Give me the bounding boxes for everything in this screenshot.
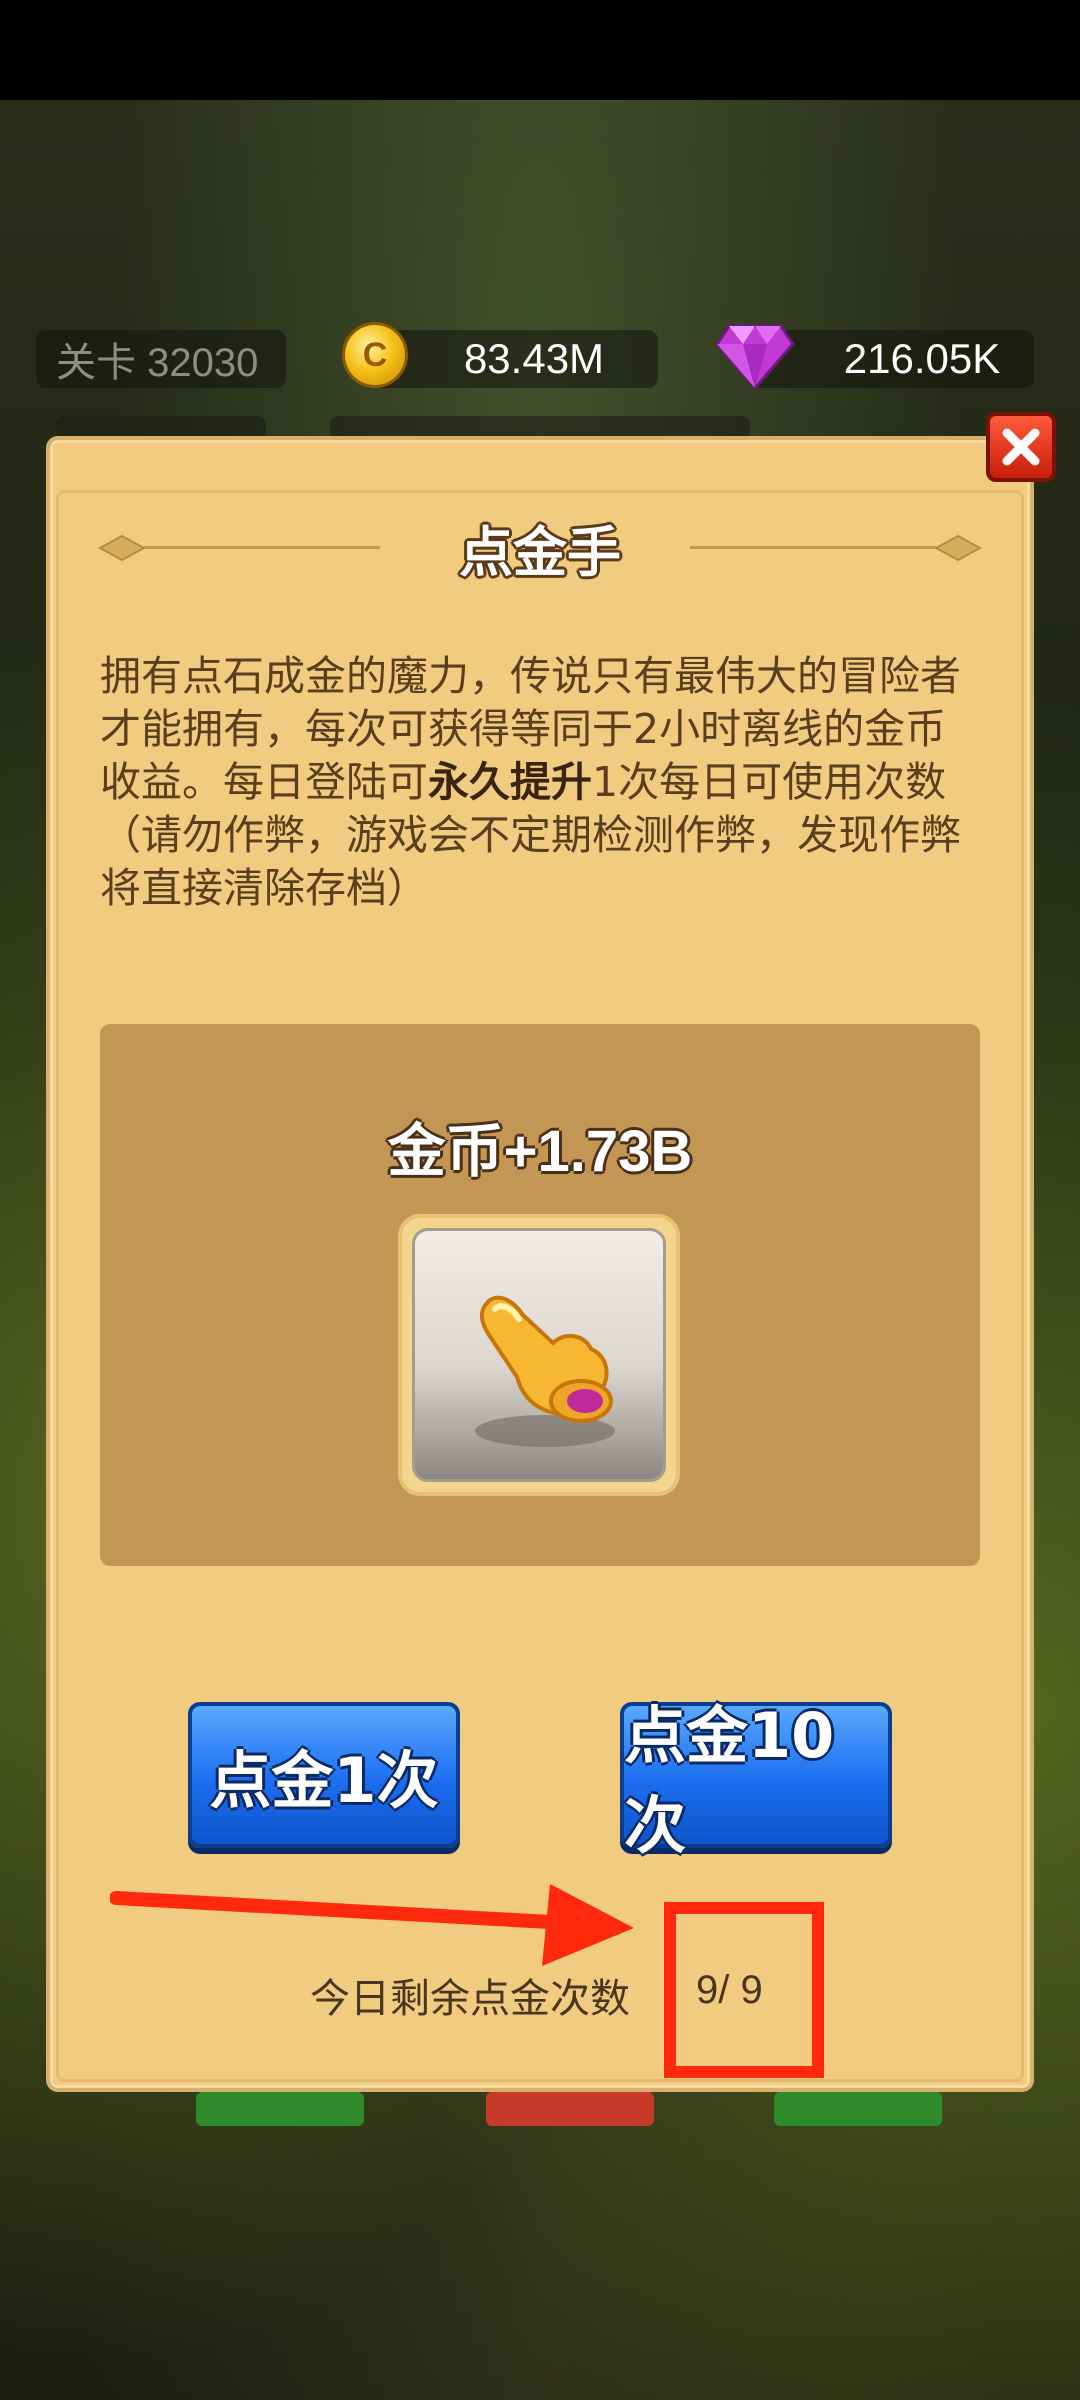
hidden-upgrade-button bbox=[486, 2092, 654, 2126]
gem-amount: 216.05K bbox=[843, 335, 1001, 382]
hidden-view-button-left bbox=[196, 2092, 364, 2126]
level-text: 关卡 32030 bbox=[56, 341, 259, 385]
ornament-left-icon bbox=[98, 534, 146, 562]
desc-bold: 永久提升 bbox=[428, 758, 592, 806]
close-icon bbox=[1002, 428, 1040, 466]
dialog-description: 拥有点石成金的魔力，传说只有最伟大的冒险者才能拥有，每次可获得等同于2小时离线的… bbox=[100, 650, 980, 915]
gold-coin-icon: C bbox=[342, 322, 408, 388]
dialog-title: 点金手 bbox=[459, 521, 621, 584]
touch-ten-button[interactable]: 点金10次 bbox=[620, 1699, 892, 1862]
gold-counter: 83.43M bbox=[370, 330, 658, 388]
purple-gem-icon bbox=[715, 324, 795, 390]
remaining-label: 今日剩余点金次数 bbox=[310, 1976, 630, 2022]
level-indicator: 关卡 32030 bbox=[36, 330, 286, 388]
status-bar bbox=[0, 0, 1080, 100]
hidden-view-button-right bbox=[774, 2092, 942, 2126]
reward-amount: 金币+1.73B bbox=[387, 1119, 693, 1184]
ornament-right-icon bbox=[934, 534, 982, 562]
annotation-highlight-box bbox=[664, 1902, 824, 2078]
item-slot bbox=[412, 1228, 666, 1482]
annotation-arrow bbox=[110, 1884, 634, 1966]
touch-once-button[interactable]: 点金1次 bbox=[188, 1702, 460, 1848]
gold-amount: 83.43M bbox=[463, 335, 605, 382]
close-button[interactable] bbox=[986, 412, 1056, 482]
golden-pointing-hand-icon bbox=[475, 1295, 615, 1447]
